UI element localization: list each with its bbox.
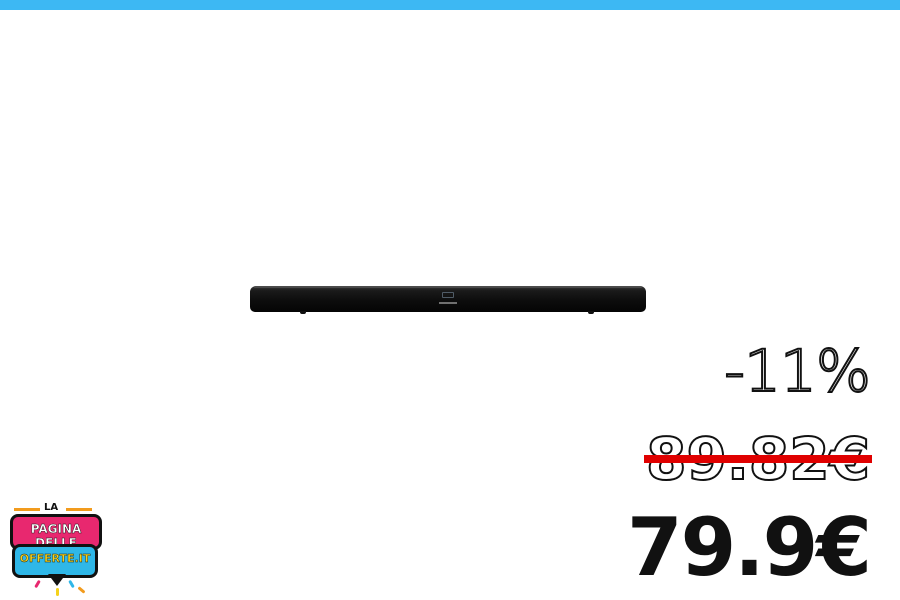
old-price-container: 89.82€ [644,425,872,493]
logo-spark [56,588,59,596]
logo-text-la: LA [44,502,59,513]
site-logo[interactable]: LA PAGINA DELLE OFFERTE.IT [8,500,102,598]
logo-text-offerte: OFFERTE.IT [19,552,91,565]
soundbar-brand-mark [439,302,457,304]
top-accent-bar [0,0,900,10]
logo-dash-right [66,508,92,511]
logo-spark [68,579,75,589]
soundbar-foot [588,311,594,314]
logo-spark [77,586,86,594]
logo-dash-left [14,508,40,511]
logo-spark [34,579,41,589]
product-image-soundbar [250,284,646,316]
logo-bubble-bottom: OFFERTE.IT [12,544,98,578]
soundbar-top-edge [254,286,642,288]
current-price: 79.9€ [626,501,872,594]
soundbar-display-icon [442,292,454,298]
price-strikethrough [644,455,872,463]
soundbar-body [250,286,646,312]
soundbar-foot [300,311,306,314]
logo-bubble-tail [48,574,66,586]
discount-percentage: -11% [723,336,872,406]
